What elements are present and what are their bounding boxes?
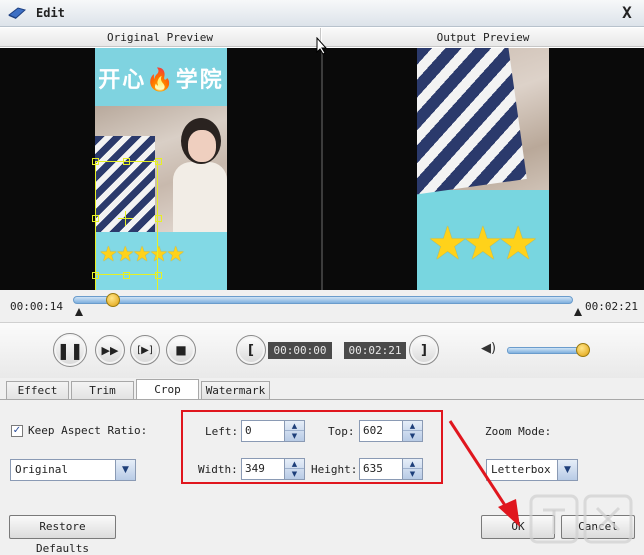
crop-handle-bottom-middle[interactable] [123,272,130,279]
title-bar: Edit X [0,0,644,27]
height-value: 635 [363,462,383,475]
seek-area: 00:00:14 00:02:21 [0,290,644,322]
left-label: Left: [205,425,239,438]
current-time-label: 00:00:14 [10,300,63,313]
output-video-frame: ★★★ [417,48,549,290]
original-preview[interactable]: 开心🔥学院 ★★★★★ [0,48,321,290]
height-decrement-icon[interactable]: ▼ [403,469,422,479]
restore-defaults-button[interactable]: Restore Defaults [9,515,116,555]
output-preview-header: Output Preview [322,28,644,47]
stop-button[interactable]: ■ [166,335,196,365]
tab-bar: Effect Trim Crop Watermark [0,378,644,400]
fast-forward-button[interactable]: ▶▶ [95,335,125,365]
set-start-button[interactable]: [ [236,335,266,365]
next-frame-button[interactable]: [▶] [130,335,160,365]
top-spin-buttons: ▲ ▼ [402,421,422,441]
left-spinbox[interactable]: 0 ▲ ▼ [241,420,305,442]
left-value: 0 [245,424,252,437]
seek-slider-track[interactable] [73,296,573,304]
set-end-button[interactable]: ] [409,335,439,365]
zoom-mode-value: Letterbox [491,463,551,476]
trim-start-marker-icon[interactable] [75,308,83,316]
zoom-mode-label: Zoom Mode: [485,425,552,438]
width-spinbox[interactable]: 349 ▲ ▼ [241,458,305,480]
left-increment-icon[interactable]: ▲ [285,421,304,431]
width-decrement-icon[interactable]: ▼ [285,469,304,479]
left-spin-buttons: ▲ ▼ [284,421,304,441]
crop-handle-middle-right[interactable] [155,215,162,222]
volume-slider-track[interactable] [507,347,587,354]
width-value: 349 [245,462,265,475]
end-time-display: 00:02:21 [344,342,406,359]
crop-handle-top-right[interactable] [155,158,162,165]
volume-icon[interactable]: ◀) [481,341,496,356]
top-decrement-icon[interactable]: ▼ [403,431,422,441]
ok-button[interactable]: OK [481,515,555,539]
chevron-down-icon[interactable]: ▼ [115,460,135,480]
output-striped-sleeve [417,48,527,196]
tab-crop[interactable]: Crop [136,379,199,400]
close-button[interactable]: X [618,4,636,22]
volume-slider-thumb[interactable] [576,343,590,357]
crop-handle-bottom-right[interactable] [155,272,162,279]
output-preview: ★★★ [323,48,644,290]
app-icon [8,7,26,19]
original-preview-header: Original Preview [0,28,321,47]
seek-slider-thumb[interactable] [106,293,120,307]
crop-handle-top-middle[interactable] [123,158,130,165]
aspect-ratio-value: Original [15,463,68,476]
pause-button[interactable]: ❚❚ [53,333,87,367]
output-photo [417,48,549,196]
person-face [188,130,216,162]
crop-handle-top-left[interactable] [92,158,99,165]
left-decrement-icon[interactable]: ▼ [285,431,304,441]
height-spin-buttons: ▲ ▼ [402,459,422,479]
keep-aspect-ratio-label: Keep Aspect Ratio: [28,424,148,437]
tab-watermark[interactable]: Watermark [201,381,270,400]
width-spin-buttons: ▲ ▼ [284,459,304,479]
zoom-mode-select[interactable]: Letterbox ▼ [486,459,578,481]
crop-panel: ✓ Keep Aspect Ratio: Original ▼ Left: 0 … [0,399,644,555]
top-spinbox[interactable]: 602 ▲ ▼ [359,420,423,442]
cancel-button[interactable]: Cancel [561,515,635,539]
width-increment-icon[interactable]: ▲ [285,459,304,469]
width-label: Width: [198,463,238,476]
height-increment-icon[interactable]: ▲ [403,459,422,469]
tab-effect[interactable]: Effect [6,381,69,400]
aspect-ratio-select[interactable]: Original ▼ [10,459,136,481]
top-increment-icon[interactable]: ▲ [403,421,422,431]
crop-crosshair-vertical [125,211,126,226]
top-label: Top: [328,425,355,438]
height-label: Height: [311,463,358,476]
crop-handle-bottom-left[interactable] [92,272,99,279]
playback-controls: ❚❚ ▶▶ [▶] ■ [ 00:00:00 00:02:21 ] ◀) [0,322,644,378]
person-body [173,162,227,232]
output-stars-row: ★★★ [427,216,539,270]
chevron-down-icon[interactable]: ▼ [557,460,577,480]
crop-handle-middle-left[interactable] [92,215,99,222]
start-time-display: 00:00:00 [268,342,332,359]
tab-trim[interactable]: Trim [71,381,134,400]
top-value: 602 [363,424,383,437]
keep-aspect-ratio-checkbox[interactable]: ✓ [11,425,23,437]
trim-end-marker-icon[interactable] [574,308,582,316]
window-title: Edit [36,6,65,20]
total-time-label: 00:02:21 [585,300,638,313]
height-spinbox[interactable]: 635 ▲ ▼ [359,458,423,480]
frame-logo-text: 开心🔥学院 [98,68,224,93]
